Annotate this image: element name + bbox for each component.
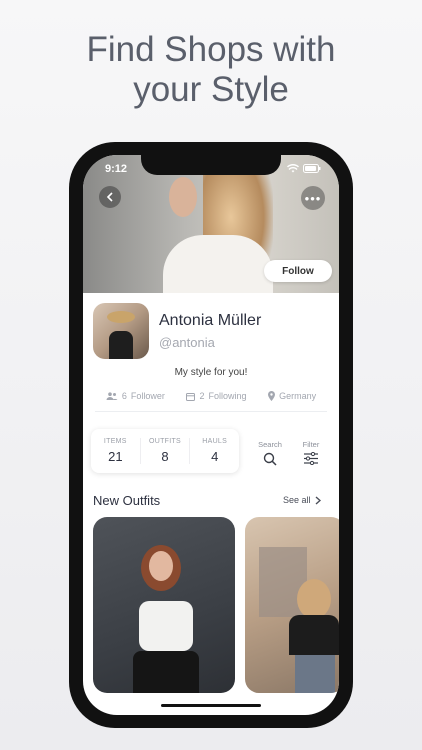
headline-line-2: your Style [133, 70, 289, 109]
outfits-value: 8 [161, 449, 169, 464]
location-pin-icon [268, 391, 276, 401]
outfit-photo-legs [295, 655, 335, 693]
outfit-photo-top [139, 601, 193, 651]
hauls-count[interactable]: HAULS 4 [190, 438, 239, 464]
outfit-card[interactable] [245, 517, 339, 693]
followers-count: 6 [121, 391, 127, 401]
items-value: 21 [108, 449, 123, 464]
followers-stat[interactable]: 6 Follower [106, 391, 165, 401]
search-icon [263, 452, 277, 466]
profile-handle: @antonia [159, 335, 215, 350]
following-label: Following [208, 391, 247, 401]
outfit-photo-body [289, 615, 339, 655]
counts-card: ITEMS 21 OUTFITS 8 HAULS 4 [91, 429, 239, 473]
avatar-body [109, 331, 133, 359]
new-outfits-title: New Outfits [93, 493, 161, 508]
home-indicator [161, 704, 261, 707]
filter-label: Filter [302, 440, 320, 449]
avatar[interactable] [93, 303, 149, 359]
follow-button[interactable]: Follow [264, 260, 332, 282]
back-button[interactable] [99, 186, 121, 208]
people-icon [106, 392, 118, 400]
cover-photo-face [169, 177, 197, 217]
phone-frame: 9:12 ••• Follow Antonia Müller @antonia … [69, 142, 353, 728]
battery-icon [303, 164, 321, 173]
items-label: ITEMS [103, 438, 127, 445]
followers-label: Follower [130, 391, 165, 401]
profile-stats: 6 Follower 2 Following Germany [83, 391, 339, 401]
filter-button[interactable]: Filter [294, 440, 328, 470]
marketing-headline: Find Shops with your Style [0, 30, 422, 110]
outfit-photo-skirt [133, 651, 199, 693]
location-label: Germany [279, 391, 317, 401]
following-count: 2 [199, 391, 205, 401]
outfit-card[interactable] [93, 517, 235, 693]
chevron-right-icon [315, 495, 321, 505]
phone-notch [141, 155, 281, 175]
sliders-icon [304, 451, 318, 466]
outfits-count[interactable]: OUTFITS 8 [141, 438, 191, 464]
search-label: Search [258, 440, 282, 449]
hauls-value: 4 [211, 449, 219, 464]
headline-line-1: Find Shops with [86, 30, 336, 69]
status-icons [287, 164, 321, 173]
search-button[interactable]: Search [253, 440, 287, 471]
chevron-left-icon [106, 192, 113, 202]
location-stat: Germany [268, 391, 316, 401]
outfits-label: OUTFITS [148, 438, 182, 445]
more-dots-icon: ••• [304, 190, 322, 206]
see-all-label: See all [283, 495, 311, 505]
following-stat[interactable]: 2 Following [186, 391, 247, 401]
phone-screen: 9:12 ••• Follow Antonia Müller @antonia … [83, 155, 339, 715]
cover-photo-jacket [163, 235, 273, 293]
hauls-label: HAULS [202, 438, 228, 445]
items-count[interactable]: ITEMS 21 [91, 438, 141, 464]
see-all-link[interactable]: See all [283, 495, 321, 505]
calendar-icon [186, 392, 196, 401]
status-time: 9:12 [105, 163, 128, 175]
divider [95, 411, 327, 412]
more-options-button[interactable]: ••• [301, 186, 325, 210]
profile-bio: My style for you! [174, 367, 248, 378]
outfit-photo-hair [297, 579, 331, 619]
wifi-icon [287, 164, 299, 173]
outfit-photo-face [149, 551, 173, 581]
avatar-hat [107, 311, 135, 323]
profile-name: Antonia Müller [159, 312, 262, 329]
